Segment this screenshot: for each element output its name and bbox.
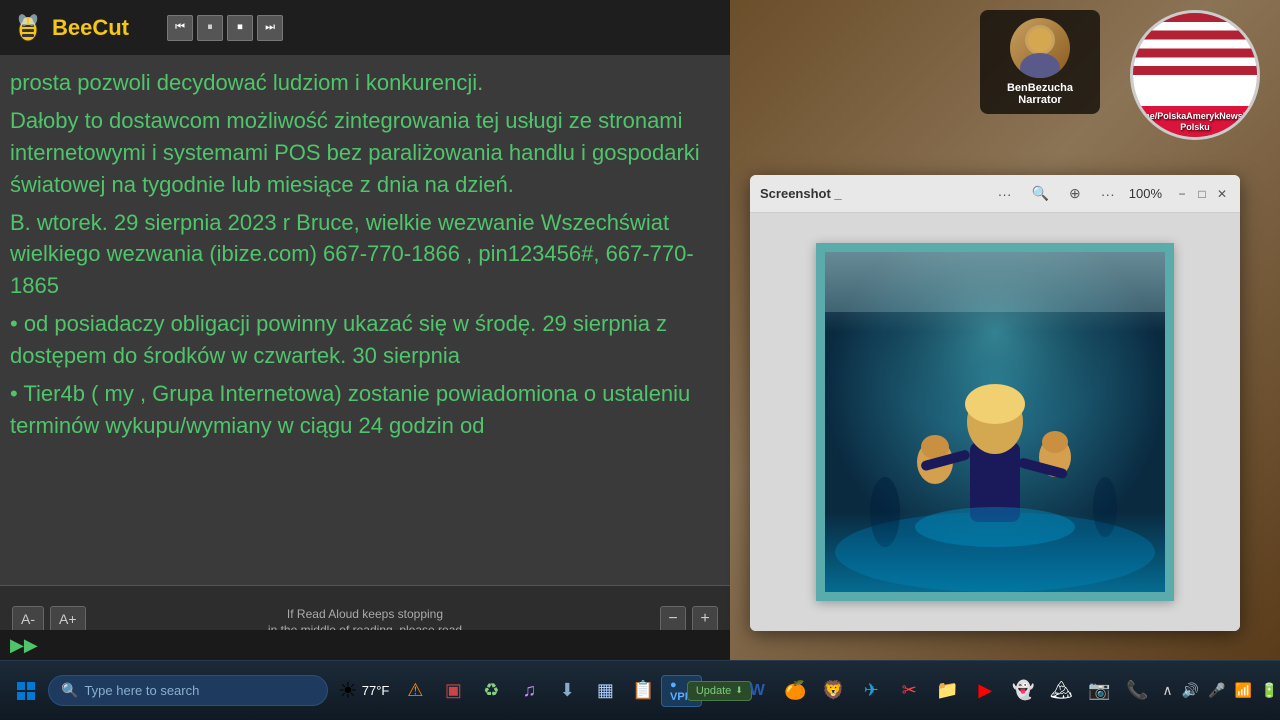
pause-button[interactable]: ⏸ xyxy=(197,15,223,41)
taskbar-clipboard-icon[interactable]: 📋 xyxy=(625,673,661,709)
taskbar-search-bar[interactable]: 🔍 Type here to search xyxy=(48,675,328,706)
screenshot-titlebar: Screenshot _ ··· 🔍 ⊕ ··· 100% − □ ✕ xyxy=(750,175,1240,213)
screenshot-close-btn[interactable]: ✕ xyxy=(1214,186,1230,202)
taskbar-youtube-icon[interactable]: ▶ xyxy=(967,673,1003,709)
zoom-controls: − + xyxy=(660,606,718,632)
mist-effect xyxy=(825,252,1165,332)
screenshot-options-btn[interactable]: ··· xyxy=(1095,184,1121,204)
stop-button[interactable]: ⏹ xyxy=(227,15,253,41)
prev-button[interactable]: ⏮ xyxy=(167,15,193,41)
narrator-avatar xyxy=(1010,18,1070,78)
screenshot-viewer: Screenshot _ ··· 🔍 ⊕ ··· 100% − □ ✕ xyxy=(750,175,1240,631)
start-button[interactable] xyxy=(8,677,44,705)
weather-temperature: 77°F xyxy=(362,683,390,698)
screenshot-zoom-out-btn[interactable]: 🔍 xyxy=(1026,183,1055,204)
right-panel: BenBezucha Narrator t.me/PolskaAmerykNew… xyxy=(730,0,1280,660)
taskbar-scissors-icon[interactable]: ✂ xyxy=(891,673,927,709)
screenshot-image xyxy=(825,252,1165,592)
screenshot-maximize-btn[interactable]: □ xyxy=(1194,186,1210,202)
taskbar: 🔍 Type here to search ☀ 77°F ⚠ ▣ ♻ ♫ ⬇ ▦… xyxy=(0,660,1280,720)
bee-icon xyxy=(12,12,44,44)
tray-battery-icon[interactable]: 🔋 xyxy=(1258,680,1280,701)
taskbar-telegram-icon[interactable]: ✈ xyxy=(853,673,889,709)
screenshot-image-frame xyxy=(816,243,1174,601)
text-reader: prosta pozwoli decydować ludziom i konku… xyxy=(0,55,730,585)
search-placeholder-text: Type here to search xyxy=(84,683,199,698)
tray-mic-icon[interactable]: 🎤 xyxy=(1205,680,1228,701)
zoom-in-button[interactable]: + xyxy=(692,606,718,632)
beecut-title-text: BeeCut xyxy=(52,15,129,41)
weather-widget: ☀ 77°F xyxy=(338,678,389,704)
taskbar-taskmgr-icon[interactable]: ▣ xyxy=(435,673,471,709)
text-content[interactable]: prosta pozwoli decydować ludziom i konku… xyxy=(0,55,730,585)
taskbar-snapchat-icon[interactable]: 👻 xyxy=(1005,673,1041,709)
read-aloud-line1: If Read Aloud keeps stopping xyxy=(268,607,462,623)
screenshot-zoom-level: 100% xyxy=(1129,186,1162,201)
water-effect xyxy=(825,512,1165,592)
text-line-5: • Tier4b ( my , Grupa Internetowa) zosta… xyxy=(10,378,714,442)
playback-controls: ⏮ ⏸ ⏹ ⏭ xyxy=(167,15,283,41)
expand-icon: ▶▶ xyxy=(10,635,38,656)
weather-sun-icon: ☀ xyxy=(338,678,358,704)
windows-icon xyxy=(16,681,36,701)
text-line-1: prosta pozwoli decydować ludziom i konku… xyxy=(10,67,714,99)
system-tray: ∧ 🔊 🎤 📶 🔋 5:06 AM 8/30/2023 xyxy=(1159,671,1280,711)
text-line-3: B. wtorek. 29 sierpnia 2023 r Bruce, wie… xyxy=(10,207,714,303)
taskbar-music-icon[interactable]: ♫ xyxy=(511,673,547,709)
tray-icons: ∧ 🔊 🎤 📶 🔋 xyxy=(1159,680,1280,701)
taskbar-whatsapp-icon[interactable]: 📞 xyxy=(1119,673,1155,709)
next-button[interactable]: ⏭ xyxy=(257,15,283,41)
taskbar-update-badge[interactable]: Update ⬇ xyxy=(701,673,737,709)
tray-speaker-icon[interactable]: 🔊 xyxy=(1179,680,1202,701)
zoom-out-button[interactable]: − xyxy=(660,606,686,632)
tray-chevron-icon[interactable]: ∧ xyxy=(1159,680,1175,701)
text-line-4: • od posiadaczy obligacji powinny ukazać… xyxy=(10,308,714,372)
screenshot-window-controls: − □ ✕ xyxy=(1174,186,1230,202)
taskbar-gallery-icon[interactable]: 🏔 xyxy=(1043,673,1079,709)
screenshot-title: Screenshot _ xyxy=(760,186,984,201)
taskbar-files-icon[interactable]: 📁 xyxy=(929,673,965,709)
taskbar-layout-icon[interactable]: ▦ xyxy=(587,673,623,709)
taskbar-warning-icon[interactable]: ⚠ xyxy=(397,673,433,709)
screenshot-body xyxy=(750,213,1240,631)
flag-text: t.me/PolskaAmerykNewsP0 Polsku xyxy=(1133,111,1257,133)
tray-network-icon[interactable]: 📶 xyxy=(1231,680,1254,701)
taskbar-word-icon[interactable]: W xyxy=(739,673,775,709)
taskbar-cam-icon[interactable]: 📷 xyxy=(1081,673,1117,709)
narrator-name: BenBezucha Narrator xyxy=(1007,82,1073,106)
beecut-header: BeeCut ⏮ ⏸ ⏹ ⏭ xyxy=(0,0,730,55)
beecut-logo: BeeCut xyxy=(12,12,129,44)
flag-circle: t.me/PolskaAmerykNewsP0 Polsku xyxy=(1130,10,1260,140)
narrator-card: BenBezucha Narrator xyxy=(980,10,1100,114)
beecut-panel: BeeCut ⏮ ⏸ ⏹ ⏭ prosta pozwoli decydować … xyxy=(0,0,730,660)
font-decrease-button[interactable]: A- xyxy=(12,606,44,632)
search-icon: 🔍 xyxy=(61,682,78,699)
taskbar-recycle-icon[interactable]: ♻ xyxy=(473,673,509,709)
screenshot-minimize-btn[interactable]: − xyxy=(1174,186,1190,202)
screenshot-more-options[interactable]: ··· xyxy=(992,184,1018,204)
taskbar-app-icons: ⚠ ▣ ♻ ♫ ⬇ ▦ 📋 ● VPN Update ⬇ W 🍊 🦁 ✈ ✂ 📁… xyxy=(397,673,1155,709)
font-size-controls: A- A+ xyxy=(12,606,86,632)
us-flag-portion xyxy=(1133,13,1257,75)
taskbar-brave-icon[interactable]: 🦁 xyxy=(815,673,851,709)
media-player-strip: ▶▶ xyxy=(0,630,730,660)
screenshot-zoom-in-btn[interactable]: ⊕ xyxy=(1063,183,1087,204)
taskbar-orange-icon[interactable]: 🍊 xyxy=(777,673,813,709)
taskbar-download-icon[interactable]: ⬇ xyxy=(549,673,585,709)
text-line-2: Dałoby to dostawcom możliwość zintegrowa… xyxy=(10,105,714,201)
font-increase-button[interactable]: A+ xyxy=(50,606,86,632)
